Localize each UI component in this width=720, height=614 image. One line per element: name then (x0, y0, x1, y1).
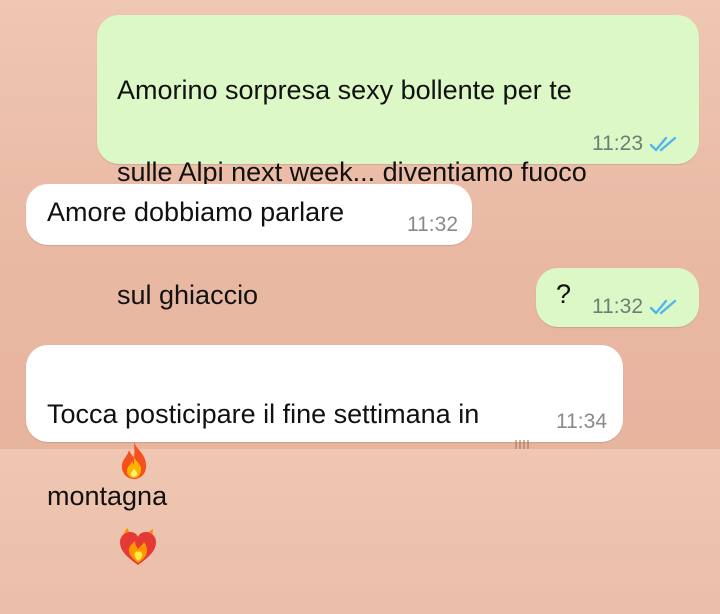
background-decoration (515, 440, 529, 449)
message-line: Amorino sorpresa sexy bollente per te (117, 75, 572, 105)
message-time: 11:32 (592, 295, 643, 318)
double-check-read-icon (649, 136, 677, 152)
message-time: 11:34 (556, 410, 607, 433)
double-check-read-icon (649, 299, 677, 315)
incoming-message-bubble[interactable]: Amore dobbiamo parlare 11:32 (26, 184, 472, 245)
message-text: Amore dobbiamo parlare (47, 197, 345, 227)
message-time: 11:23 (592, 132, 643, 155)
message-meta: 11:23 (592, 132, 679, 156)
message-line-text: sul ghiaccio (117, 280, 259, 310)
chat-area: Amorino sorpresa sexy bollente per te su… (0, 0, 720, 565)
message-meta: 11:32 (407, 213, 458, 237)
message-line: Tocca posticipare il fine settimana in (47, 399, 480, 429)
message-text: ? (556, 279, 572, 309)
outgoing-message-bubble[interactable]: ? 11:32 (536, 268, 699, 327)
message-time: 11:32 (407, 213, 458, 236)
incoming-message-bubble[interactable]: Tocca posticipare il fine settimana in m… (26, 345, 623, 511)
message-line: montagna (47, 481, 168, 511)
message-text: Tocca posticipare il fine settimana in m… (47, 353, 479, 558)
message-meta: 11:32 (592, 295, 679, 319)
outgoing-message-bubble[interactable]: Amorino sorpresa sexy bollente per te su… (97, 15, 699, 565)
message-meta: 11:34 (556, 410, 607, 434)
